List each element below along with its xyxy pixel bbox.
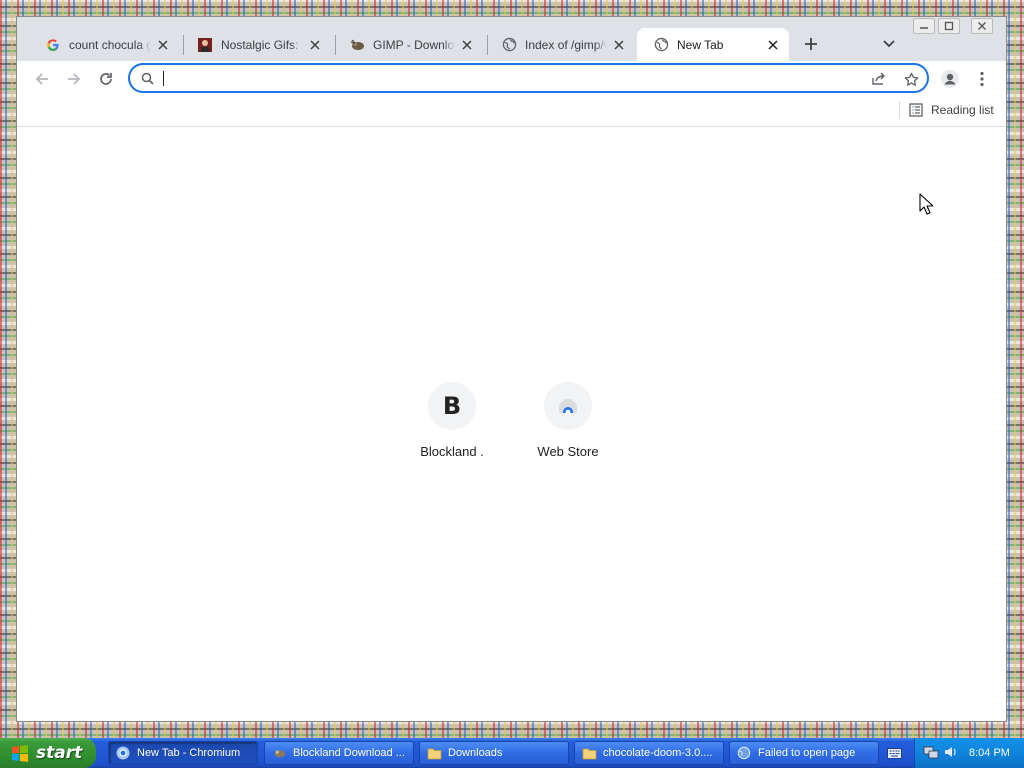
chromium-icon: [115, 745, 131, 761]
bookmarks-separator: [899, 101, 900, 119]
reload-button[interactable]: [92, 65, 120, 93]
taskbar-button-downloads[interactable]: Downloads: [419, 741, 569, 765]
share-icon[interactable]: [870, 70, 888, 88]
taskbar-button-new-tab[interactable]: New Tab - Chromium: [108, 741, 258, 765]
forward-button[interactable]: [60, 65, 88, 93]
new-tab-page: B Blockland . Web Store: [17, 128, 1006, 721]
text-caret: [163, 71, 164, 86]
bookmarks-bar: Reading list: [17, 97, 1006, 127]
volume-icon[interactable]: [943, 744, 959, 763]
shortcut-tile-web-store[interactable]: Web Store: [512, 382, 624, 459]
start-button[interactable]: start: [0, 738, 96, 768]
globe-icon: [736, 745, 752, 761]
shortcut-label: Web Store: [537, 444, 599, 459]
keyboard-icon[interactable]: [886, 745, 902, 761]
close-icon[interactable]: [765, 37, 781, 53]
system-tray: 8:04 PM: [914, 738, 1024, 768]
avatar-icon: [941, 70, 959, 88]
tab-title: Index of /gimp/v2: [525, 37, 607, 52]
tab-title: GIMP - Download: [373, 37, 455, 52]
maximize-button[interactable]: [938, 18, 960, 34]
gimp-icon: [271, 745, 287, 761]
taskbar-button-label: Failed to open page: [758, 747, 856, 759]
reading-list-icon: [909, 103, 923, 117]
taskbar-button-label: Blockland Download ...: [293, 747, 405, 759]
shortcut-icon: [544, 382, 592, 430]
image-favicon: [197, 37, 213, 53]
minimize-button[interactable]: [913, 18, 935, 34]
tab-new-tab[interactable]: New Tab: [637, 28, 789, 61]
shortcut-tile-blockland[interactable]: B Blockland .: [396, 382, 508, 459]
shortcut-label: Blockland .: [420, 444, 484, 459]
taskbar-button-label: Downloads: [448, 747, 503, 759]
network-icon[interactable]: [923, 744, 939, 763]
tab-index-of-gimp[interactable]: Index of /gimp/v2: [485, 28, 635, 61]
tab-strip: count chocula gif Nostalgic Gifs: Im GIM…: [17, 17, 1006, 61]
close-icon[interactable]: [155, 37, 171, 53]
close-window-button[interactable]: [971, 18, 993, 34]
tab-title: count chocula gif: [69, 37, 151, 52]
close-icon[interactable]: [459, 37, 475, 53]
browser-window: count chocula gif Nostalgic Gifs: Im GIM…: [16, 16, 1007, 722]
mouse-cursor-icon: [919, 193, 933, 215]
windows-logo-icon: [12, 745, 28, 762]
close-icon[interactable]: [611, 37, 627, 53]
taskbar-button-blockland[interactable]: Blockland Download ...: [264, 741, 414, 765]
shortcut-icon: B: [428, 382, 476, 430]
tab-count-chocula[interactable]: count chocula gif: [29, 28, 179, 61]
clock: 8:04 PM: [969, 747, 1010, 759]
gimp-icon: [349, 37, 365, 53]
plus-icon: [805, 38, 817, 50]
back-arrow-icon: [35, 73, 48, 85]
folder-icon: [426, 745, 442, 761]
back-button[interactable]: [28, 65, 56, 93]
forward-arrow-icon: [68, 73, 81, 85]
taskbar: start New Tab - Chromium Blockland Downl…: [0, 738, 1024, 768]
globe-icon: [653, 37, 669, 53]
close-icon[interactable]: [307, 37, 323, 53]
globe-icon: [501, 37, 517, 53]
blockland-icon: B: [442, 392, 462, 420]
tab-nostalgic-gifs[interactable]: Nostalgic Gifs: Im: [181, 28, 331, 61]
start-label: start: [36, 743, 83, 763]
tab-title: New Tab: [677, 37, 724, 52]
reading-list-button[interactable]: Reading list: [909, 100, 994, 120]
google-icon: [45, 37, 61, 53]
profile-button[interactable]: [937, 66, 963, 92]
more-vert-icon: [980, 71, 984, 87]
web-store-icon: [559, 399, 577, 417]
tab-gimp-download[interactable]: GIMP - Download: [333, 28, 483, 61]
reading-list-label: Reading list: [931, 103, 994, 117]
search-icon: [139, 70, 155, 86]
chrome-menu-button[interactable]: [972, 66, 992, 92]
taskbar-button-label: chocolate-doom-3.0....: [603, 747, 713, 759]
folder-icon: [581, 745, 597, 761]
taskbar-button-failed-page[interactable]: Failed to open page: [729, 741, 879, 765]
toolbar: [17, 61, 1006, 97]
reload-icon: [100, 73, 112, 85]
address-bar[interactable]: [128, 63, 929, 93]
taskbar-button-chocolate-doom[interactable]: chocolate-doom-3.0....: [574, 741, 724, 765]
chevron-down-icon: [883, 40, 895, 48]
bookmark-star-icon[interactable]: [902, 70, 920, 88]
address-input[interactable]: [162, 68, 852, 88]
tab-title: Nostalgic Gifs: Im: [221, 37, 303, 52]
new-tab-button[interactable]: [799, 32, 823, 56]
tab-search-button[interactable]: [877, 32, 901, 56]
taskbar-button-label: New Tab - Chromium: [137, 747, 241, 759]
